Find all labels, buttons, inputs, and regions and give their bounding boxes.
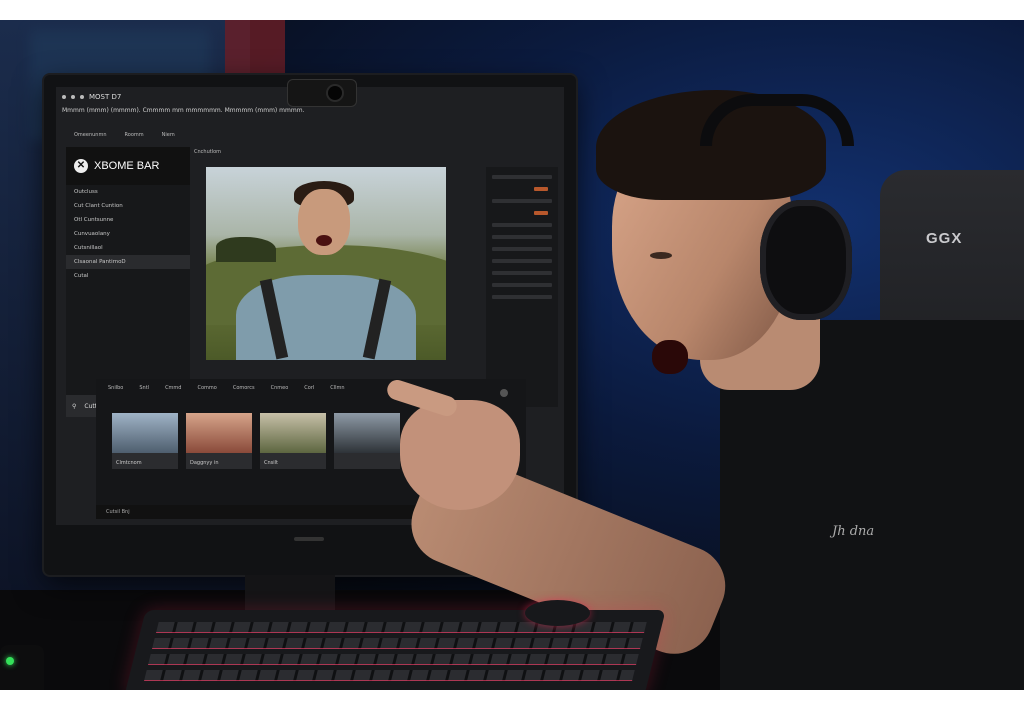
speaker-led-icon bbox=[6, 657, 14, 665]
menu-item[interactable]: Roomm bbox=[125, 132, 144, 138]
photo-scene: GGX MOST D7 Mmmm (mmm) (mmmm). Cmmmm mm … bbox=[0, 20, 1024, 690]
sidebar-item[interactable]: Outcluss bbox=[66, 185, 190, 199]
webcam bbox=[288, 80, 356, 106]
menu-item[interactable]: Niem bbox=[162, 132, 175, 138]
keyboard bbox=[124, 610, 666, 690]
person-icon[interactable] bbox=[500, 389, 508, 397]
sidebar-item[interactable]: Cutal bbox=[66, 269, 190, 283]
search-icon: ⚲ bbox=[72, 402, 77, 410]
sidebar-item[interactable]: Otl Cuntsunne bbox=[66, 213, 190, 227]
tab[interactable]: Cmmd bbox=[165, 385, 181, 391]
window-subtitle: Mmmm (mmm) (mmmm). Cmmmm mm mmmmmm. Mmmm… bbox=[62, 107, 305, 114]
chair-logo-text: GGX bbox=[926, 230, 963, 247]
menu-bar: Omeenunmn Roomm Niem bbox=[74, 132, 175, 138]
clip-thumbnails: Clmtcnom Daggnyy in Cnsilt P bbox=[112, 413, 436, 469]
menu-item[interactable]: Omeenunmn bbox=[74, 132, 107, 138]
tab[interactable]: Sntl bbox=[139, 385, 149, 391]
mouse bbox=[525, 600, 590, 626]
video-preview[interactable] bbox=[206, 167, 446, 360]
app-brand: ✕ XBOME BAR bbox=[66, 147, 190, 185]
headphone-band bbox=[700, 94, 854, 146]
capture-label: Cnchutlom bbox=[194, 149, 222, 155]
sidebar-item[interactable]: Cut Clant Cuntion bbox=[66, 199, 190, 213]
tab[interactable]: Commo bbox=[197, 385, 216, 391]
clip-thumb[interactable]: Cnsilt bbox=[260, 413, 326, 469]
clip-thumb[interactable]: Clmtcnom bbox=[112, 413, 178, 469]
xbox-logo-icon: ✕ bbox=[74, 159, 88, 173]
clips-tabs: Snilbo Sntl Cmmd Commo Comorcs Cnmeo Cor… bbox=[96, 379, 526, 397]
window-topbar: MOST D7 bbox=[62, 93, 121, 101]
person-hand bbox=[400, 400, 520, 510]
clip-thumb[interactable] bbox=[334, 413, 400, 469]
sidebar-item[interactable]: Cutsnillaol bbox=[66, 241, 190, 255]
person-eye bbox=[650, 252, 672, 259]
tab[interactable]: Snilbo bbox=[108, 385, 123, 391]
sidebar: ✕ XBOME BAR Outcluss Cut Clant Cuntion O… bbox=[66, 147, 190, 417]
sidebar-item[interactable]: Cunvuaolany bbox=[66, 227, 190, 241]
monitor-logo bbox=[294, 537, 324, 541]
window-title: MOST D7 bbox=[89, 93, 122, 101]
shirt-print: Jh dna bbox=[832, 524, 875, 539]
sidebar-item-active[interactable]: Clsaonal PantimoD bbox=[66, 255, 190, 269]
tab[interactable]: Cllmn bbox=[330, 385, 344, 391]
headphones-icon bbox=[760, 200, 852, 320]
clip-thumb[interactable]: Daggnyy in bbox=[186, 413, 252, 469]
brand-label: XBOME BAR bbox=[94, 160, 160, 172]
tab[interactable]: Corl bbox=[304, 385, 314, 391]
right-panel bbox=[486, 167, 558, 407]
tab[interactable]: Comorcs bbox=[233, 385, 255, 391]
person-mouth bbox=[652, 340, 688, 374]
speaker bbox=[0, 645, 44, 690]
tab[interactable]: Cnmeo bbox=[271, 385, 289, 391]
